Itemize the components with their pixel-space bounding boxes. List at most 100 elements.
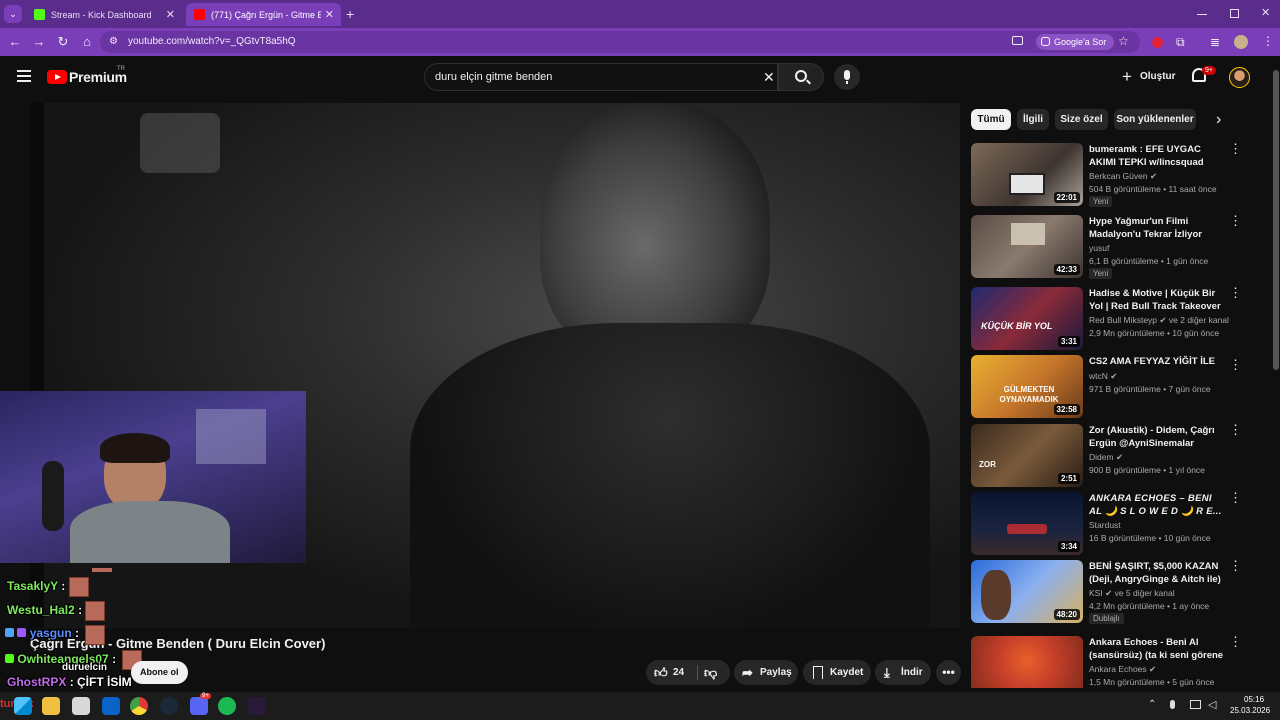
reload-icon[interactable]: ↻	[55, 34, 71, 50]
address-bar[interactable]: ⚙ youtube.com/watch?v=_QGtvT8a5hQ Google…	[100, 31, 1140, 53]
browser-menu-icon[interactable]: ⋮	[1262, 34, 1274, 48]
discord-icon[interactable]	[190, 697, 208, 715]
site-info-icon[interactable]: ⚙	[109, 36, 118, 47]
tab-youtube[interactable]: (771) Çağrı Ergün - Gitme Bend ✕	[186, 3, 341, 26]
voice-search-button[interactable]	[834, 64, 860, 90]
video-title[interactable]: bumeramk : EFE UYGAC AKIMI TEPKI w/lincs…	[1089, 143, 1225, 169]
recommendation-item[interactable]: 22:01 bumeramk : EFE UYGAC AKIMI TEPKI w…	[971, 142, 1242, 207]
tray-up-arrow-icon[interactable]: ⌃	[1148, 699, 1156, 710]
video-title[interactable]: ANKARA ECHOES – BENI AL 🌙 S L O W E D 🌙 …	[1089, 492, 1225, 518]
video-title[interactable]: Hype Yağmur'un Filmi Madalyon'u Tekrar İ…	[1089, 215, 1225, 241]
valorant-icon[interactable]	[248, 697, 266, 715]
save-button[interactable]: Kaydet	[803, 660, 871, 685]
recommendation-item[interactable]: 48:20 BENİ ŞAŞIRT, $5,000 KAZAN (Deji, A…	[971, 559, 1242, 624]
page-scrollbar[interactable]	[1272, 56, 1280, 692]
hamburger-menu-icon[interactable]	[17, 70, 31, 82]
video-title[interactable]: Ankara Echoes - Beni Al (sansürsüz) (ta …	[1089, 636, 1225, 662]
recommendation-item[interactable]: 42:33 Hype Yağmur'un Filmi Madalyon'u Te…	[971, 214, 1242, 279]
taskbar-time[interactable]: 05:16	[1244, 695, 1264, 704]
video-thumbnail[interactable]: ZOR 2:51	[971, 424, 1083, 487]
recommendation-item[interactable]: Ankara Echoes - Beni Al (sansürsüz) (ta …	[971, 636, 1241, 688]
share-button[interactable]: ➦ Paylaş	[734, 660, 798, 685]
video-thumbnail[interactable]: 22:01	[971, 143, 1083, 206]
spotify-icon[interactable]	[218, 697, 236, 715]
more-options-icon[interactable]: ⋮	[1229, 636, 1241, 648]
install-app-icon[interactable]	[1012, 36, 1023, 45]
download-button[interactable]: ⤓ İndir	[875, 660, 931, 685]
video-thumbnail[interactable]: GÜLMEKTEN OYNAYAMADIK 32:58	[971, 355, 1083, 418]
minimize-window-icon[interactable]	[1197, 14, 1207, 15]
more-options-icon[interactable]: ⋮	[1229, 214, 1242, 227]
bookmark-star-icon[interactable]: ☆	[1118, 34, 1129, 48]
chrome-icon[interactable]	[130, 697, 148, 715]
start-icon[interactable]	[14, 697, 32, 715]
channel-name[interactable]: Stardust	[1089, 520, 1121, 530]
steam-icon[interactable]	[160, 697, 178, 715]
thumbs-down-icon[interactable]: 👎︎	[704, 660, 717, 685]
recommendation-item[interactable]: GÜLMEKTEN OYNAYAMADIK 32:58 CS2 AMA FEYY…	[971, 355, 1242, 419]
youtube-logo[interactable]: Premium TR	[47, 66, 127, 87]
back-arrow-icon[interactable]: ←	[7, 34, 23, 50]
profile-avatar[interactable]	[1234, 35, 1248, 49]
recommendation-item[interactable]: KÜÇÜK BİR YOL 3:31 Hadise & Motive | Küç…	[971, 286, 1242, 351]
tray-microphone-icon[interactable]	[1170, 700, 1175, 709]
chevron-right-icon[interactable]: ›	[1216, 111, 1221, 129]
subscribe-button[interactable]: Abone ol	[131, 661, 188, 684]
video-thumbnail[interactable]: 3:34	[971, 492, 1083, 555]
home-icon[interactable]: ⌂	[79, 34, 95, 50]
extensions-puzzle-icon[interactable]: ⧉	[1176, 35, 1185, 50]
close-tab-icon[interactable]: ✕	[325, 8, 334, 21]
outlook-icon[interactable]	[102, 697, 120, 715]
chip-related[interactable]: İlgili	[1017, 109, 1049, 130]
channel-name[interactable]: yusuf	[1089, 243, 1109, 253]
video-title[interactable]: Hadise & Motive | Küçük Bir Yol | Red Bu…	[1089, 287, 1225, 313]
tray-network-icon[interactable]	[1190, 700, 1201, 709]
close-window-icon[interactable]: ✕	[1261, 6, 1270, 19]
recommendation-item[interactable]: 3:34 ANKARA ECHOES – BENI AL 🌙 S L O W E…	[971, 491, 1242, 556]
close-tab-icon[interactable]: ✕	[166, 8, 175, 21]
video-title[interactable]: Zor (Akustik) - Didem, Çağrı Ergün @Ayni…	[1089, 424, 1225, 450]
like-button[interactable]: 👍︎ 24	[646, 660, 696, 685]
tab-search-icon[interactable]: ⌄	[4, 5, 22, 23]
more-options-icon[interactable]: ⋮	[1229, 286, 1242, 299]
channel-name[interactable]: Berkcan Güven ✔	[1089, 171, 1157, 182]
channel-name[interactable]: Didem ✔	[1089, 452, 1123, 463]
chip-recently-uploaded[interactable]: Son yüklenenler	[1114, 109, 1196, 130]
channel-name[interactable]: Red Bull Mikstеyp ✔ ve 2 diğer kanal	[1089, 315, 1229, 326]
video-thumbnail[interactable]: 42:33	[971, 215, 1083, 278]
search-button[interactable]	[778, 63, 824, 91]
more-options-icon[interactable]: ⋮	[1229, 559, 1242, 572]
video-thumbnail[interactable]: KÜÇÜK BİR YOL 3:31	[971, 287, 1083, 350]
video-thumbnail[interactable]: 48:20	[971, 560, 1083, 623]
more-options-icon[interactable]: ⋮	[1229, 358, 1242, 371]
tray-volume-icon[interactable]: ◁	[1208, 698, 1216, 711]
media-controls-icon[interactable]: ≣	[1210, 35, 1220, 49]
extension-red-icon[interactable]	[1152, 37, 1163, 48]
account-avatar[interactable]	[1229, 67, 1250, 88]
chip-all[interactable]: Tümü	[971, 109, 1011, 130]
video-thumbnail[interactable]	[971, 636, 1083, 688]
recommendation-item[interactable]: ZOR 2:51 Zor (Akustik) - Didem, Çağrı Er…	[971, 423, 1242, 488]
store-icon[interactable]	[72, 697, 90, 715]
channel-name[interactable]: KSI ✔ ve 5 diğer kanal	[1089, 588, 1175, 599]
channel-name[interactable]: Ankara Echoes ✔	[1089, 664, 1156, 675]
video-title[interactable]: CS2 AMA FEYYAZ YİĞİT İLE	[1089, 355, 1225, 368]
search-input[interactable]: duru elçin gitme benden	[435, 71, 552, 83]
maximize-window-icon[interactable]	[1230, 9, 1239, 18]
more-actions-button[interactable]: •••	[936, 660, 961, 685]
tab-kick-dashboard[interactable]: Stream - Kick Dashboard ✕	[26, 3, 182, 26]
search-box[interactable]: duru elçin gitme benden ✕	[424, 63, 778, 91]
file-explorer-icon[interactable]	[42, 697, 60, 715]
google-sor-button[interactable]: Google'a Sor	[1036, 34, 1115, 50]
more-options-icon[interactable]: ⋮	[1229, 423, 1242, 436]
new-tab-button[interactable]: +	[346, 6, 354, 22]
video-title[interactable]: BENİ ŞAŞIRT, $5,000 KAZAN (Deji, AngryGi…	[1089, 560, 1225, 586]
create-button[interactable]: + Oluştur	[1118, 64, 1184, 90]
clear-search-icon[interactable]: ✕	[763, 69, 775, 86]
channel-name[interactable]: wtcN ✔	[1089, 371, 1117, 382]
scrollbar-thumb[interactable]	[1273, 70, 1279, 370]
forward-arrow-icon[interactable]: →	[31, 34, 47, 50]
taskbar-date[interactable]: 25.03.2026	[1230, 706, 1270, 715]
more-options-icon[interactable]: ⋮	[1229, 491, 1242, 504]
chip-for-you[interactable]: Size özel	[1055, 109, 1108, 130]
